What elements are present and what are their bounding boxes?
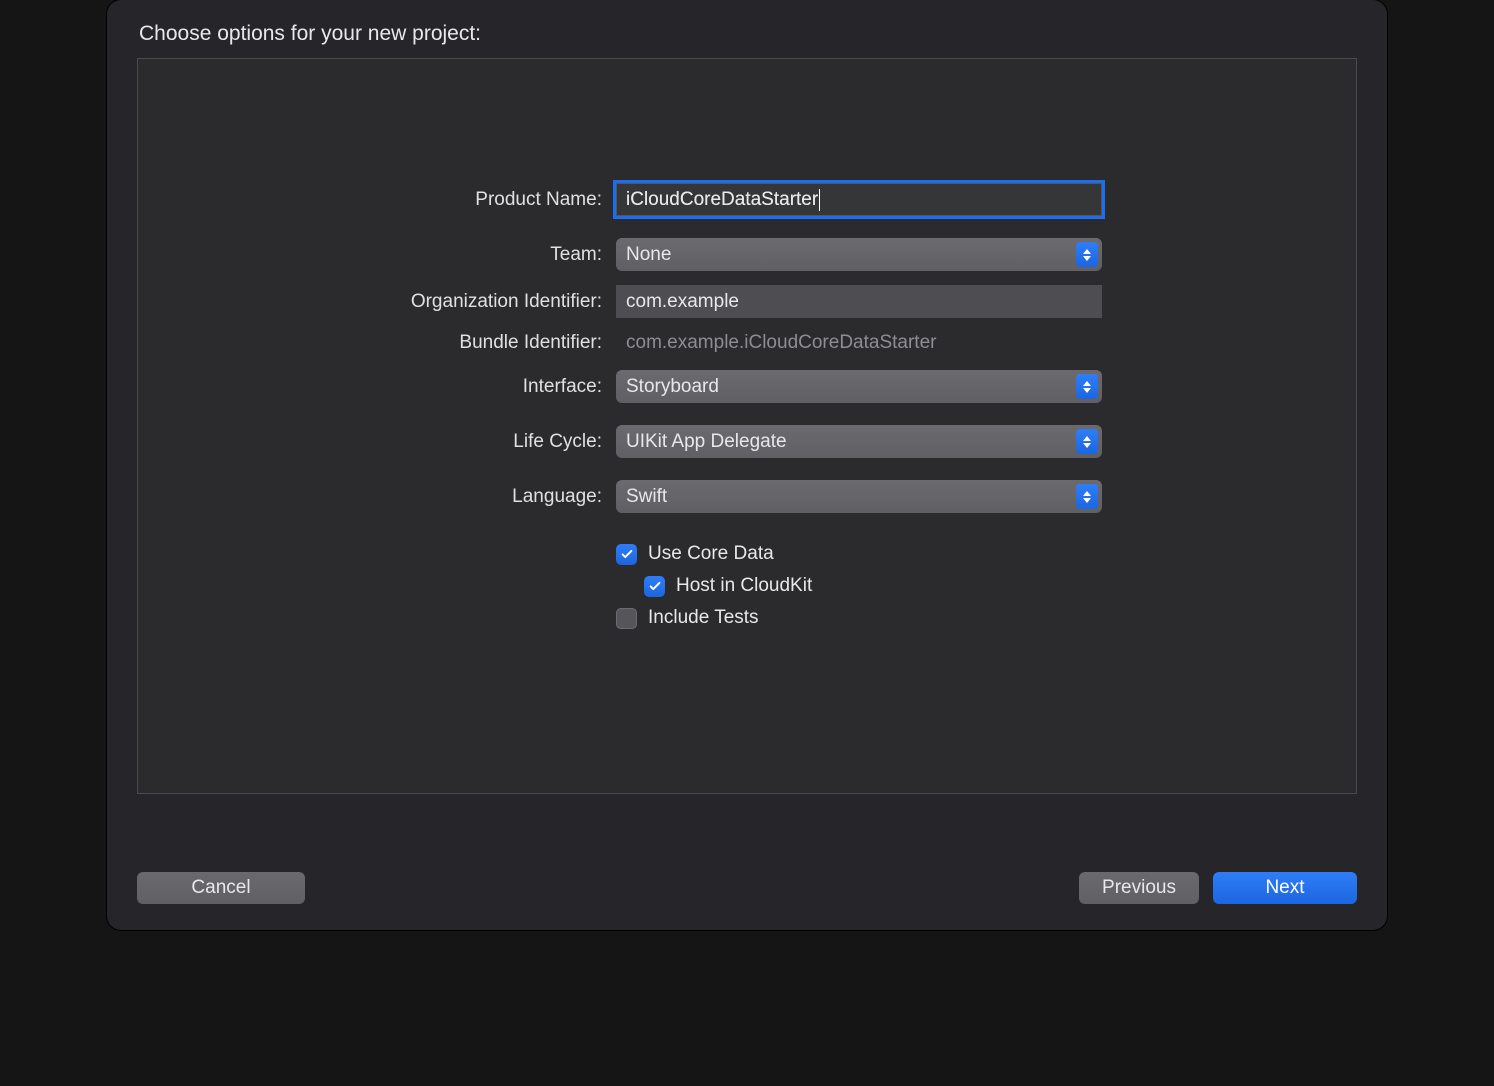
label-bundle-identifier: Bundle Identifier:	[138, 332, 616, 354]
life-cycle-popup-value: UIKit App Delegate	[626, 431, 787, 453]
updown-stepper-icon	[1076, 484, 1098, 509]
checkmark-icon	[620, 547, 634, 561]
bundle-identifier-value: com.example.iCloudCoreDataStarter	[616, 332, 936, 354]
org-identifier-input[interactable]	[616, 285, 1102, 318]
row-team: Team: None	[138, 238, 1356, 271]
checkmark-icon	[648, 579, 662, 593]
next-button[interactable]: Next	[1213, 872, 1357, 904]
label-org-identifier: Organization Identifier:	[138, 291, 616, 313]
row-life-cycle: Life Cycle: UIKit App Delegate	[138, 425, 1356, 458]
previous-button[interactable]: Previous	[1079, 872, 1199, 904]
row-include-tests: Include Tests	[138, 607, 1356, 629]
interface-popup-value: Storyboard	[626, 376, 719, 398]
label-life-cycle: Life Cycle:	[138, 431, 616, 453]
row-product-name: Product Name: iCloudCoreDataStarter	[138, 183, 1356, 216]
language-popup-value: Swift	[626, 486, 667, 508]
include-tests-label: Include Tests	[648, 607, 759, 629]
sheet-heading: Choose options for your new project:	[107, 0, 1387, 58]
label-product-name: Product Name:	[138, 189, 616, 211]
language-popup[interactable]: Swift	[616, 480, 1102, 513]
cancel-button[interactable]: Cancel	[137, 872, 305, 904]
host-cloudkit-checkbox[interactable]	[644, 576, 665, 597]
use-core-data-label: Use Core Data	[648, 543, 774, 565]
row-bundle-identifier: Bundle Identifier: com.example.iCloudCor…	[138, 332, 1356, 354]
row-language: Language: Swift	[138, 480, 1356, 513]
product-name-input[interactable]	[616, 183, 1102, 216]
updown-stepper-icon	[1076, 242, 1098, 267]
interface-popup[interactable]: Storyboard	[616, 370, 1102, 403]
team-popup[interactable]: None	[616, 238, 1102, 271]
updown-stepper-icon	[1076, 429, 1098, 454]
row-interface: Interface: Storyboard	[138, 370, 1356, 403]
options-panel: Product Name: iCloudCoreDataStarter Team…	[137, 58, 1357, 794]
label-team: Team:	[138, 244, 616, 266]
team-popup-value: None	[626, 244, 671, 266]
use-core-data-checkbox[interactable]	[616, 544, 637, 565]
label-language: Language:	[138, 486, 616, 508]
sheet-footer: Cancel Previous Next	[107, 846, 1387, 930]
row-use-core-data: Use Core Data	[138, 543, 1356, 565]
row-host-cloudkit: Host in CloudKit	[138, 575, 1356, 597]
host-cloudkit-label: Host in CloudKit	[676, 575, 812, 597]
row-org-identifier: Organization Identifier:	[138, 285, 1356, 318]
include-tests-checkbox[interactable]	[616, 608, 637, 629]
new-project-options-sheet: Choose options for your new project: Pro…	[107, 0, 1387, 930]
label-interface: Interface:	[138, 376, 616, 398]
updown-stepper-icon	[1076, 374, 1098, 399]
life-cycle-popup[interactable]: UIKit App Delegate	[616, 425, 1102, 458]
